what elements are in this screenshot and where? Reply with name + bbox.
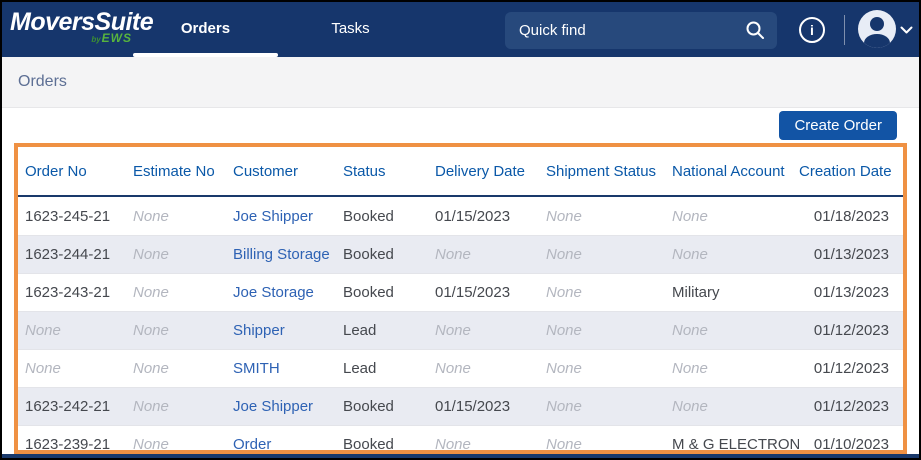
chevron-down-icon[interactable]	[900, 26, 913, 35]
cell-shipment-status: None	[546, 360, 582, 377]
cell-status: Lead	[343, 322, 377, 339]
cell-order-no: None	[25, 360, 61, 377]
cell-national-account: M & G ELECTRONICS	[672, 436, 799, 453]
avatar-head	[870, 17, 884, 31]
top-nav: MoversSuite byEWS Orders Tasks i	[2, 2, 919, 57]
cell-creation-date: 01/12/2023	[813, 322, 889, 339]
cell-shipment-status: None	[546, 398, 582, 415]
cell-delivery-date: None	[435, 246, 471, 263]
cell-shipment-status: None	[546, 246, 582, 263]
cell-creation-date: 01/10/2023	[813, 436, 889, 453]
column-header-delivery-date[interactable]: Delivery Date	[428, 163, 539, 180]
cell-order-no: 1623-244-21	[25, 246, 111, 263]
page-title: Orders	[18, 73, 67, 90]
cell-estimate-no: None	[133, 284, 169, 301]
cell-customer-link[interactable]: Order	[226, 436, 336, 450]
column-header-estimate-no[interactable]: Estimate No	[126, 163, 226, 180]
moverssuite-logo[interactable]: MoversSuite byEWS	[10, 9, 154, 46]
cell-estimate-no: None	[133, 207, 169, 225]
cell-order-no: 1623-242-21	[25, 398, 111, 415]
cell-creation-date: 01/12/2023	[813, 398, 889, 415]
cell-status: Booked	[343, 246, 394, 263]
tab-tasks[interactable]: Tasks	[278, 2, 423, 57]
avatar-body	[864, 34, 890, 48]
column-header-status[interactable]: Status	[336, 163, 428, 180]
cell-estimate-no: None	[133, 398, 169, 415]
create-order-button[interactable]: Create Order	[779, 111, 897, 140]
cell-creation-date: 01/13/2023	[813, 284, 889, 301]
cell-national-account: None	[672, 398, 708, 415]
search-icon[interactable]	[745, 20, 765, 40]
table-body: 1623-245-21 None Joe Shipper Booked 01/1…	[18, 197, 903, 453]
table-row[interactable]: None None Shipper Lead None None None 01…	[18, 311, 903, 349]
cell-delivery-date: 01/15/2023	[435, 284, 511, 301]
cell-estimate-no: None	[133, 360, 169, 377]
cell-shipment-status: None	[546, 436, 582, 453]
cell-delivery-date: None	[435, 322, 471, 339]
table-row[interactable]: 1623-243-21 None Joe Storage Booked 01/1…	[18, 273, 903, 311]
cell-delivery-date: 01/15/2023	[435, 398, 511, 415]
cell-status: Booked	[343, 284, 394, 301]
cell-order-no: 1623-239-21	[25, 436, 111, 453]
cell-national-account: None	[672, 360, 708, 377]
column-header-order-no[interactable]: Order No	[18, 163, 126, 180]
cell-national-account: Military	[672, 284, 720, 301]
cell-national-account: None	[672, 322, 708, 339]
cell-national-account: None	[672, 246, 708, 263]
table-row[interactable]: None None SMITH Lead None None None 01/1…	[18, 349, 903, 387]
cell-customer-link[interactable]: Shipper	[226, 322, 336, 339]
cell-delivery-date: 01/15/2023	[435, 207, 511, 225]
column-header-shipment-status[interactable]: Shipment Status	[539, 163, 665, 180]
app-window: MoversSuite byEWS Orders Tasks i Orders …	[0, 0, 921, 460]
orders-table: Order No Estimate No Customer Status Del…	[14, 143, 907, 454]
cell-order-no: 1623-243-21	[25, 284, 111, 301]
column-header-creation-date[interactable]: Creation Date	[799, 163, 903, 180]
table-row[interactable]: 1623-242-21 None Joe Shipper Booked 01/1…	[18, 387, 903, 425]
cell-customer-link[interactable]: SMITH	[226, 360, 336, 377]
cell-creation-date: 01/12/2023	[813, 360, 889, 377]
table-row[interactable]: 1623-244-21 None Billing Storage Booked …	[18, 235, 903, 273]
cell-customer-link[interactable]: Billing Storage	[226, 246, 336, 263]
info-icon[interactable]: i	[799, 17, 825, 43]
cell-estimate-no: None	[133, 246, 169, 263]
table-row[interactable]: 1623-239-21 None Order Booked None None …	[18, 425, 903, 453]
cell-shipment-status: None	[546, 284, 582, 301]
cell-delivery-date: None	[435, 436, 471, 453]
cell-shipment-status: None	[546, 207, 582, 225]
cell-delivery-date: None	[435, 360, 471, 377]
cell-creation-date: 01/13/2023	[813, 246, 889, 263]
cell-customer-link[interactable]: Joe Shipper	[226, 398, 336, 415]
table-row[interactable]: 1623-245-21 None Joe Shipper Booked 01/1…	[18, 197, 903, 235]
cell-creation-date: 01/18/2023	[813, 207, 889, 225]
cell-national-account: None	[672, 207, 708, 225]
cell-shipment-status: None	[546, 322, 582, 339]
search-input[interactable]	[505, 12, 777, 49]
cell-customer-link[interactable]: Joe Shipper	[226, 208, 336, 225]
cell-estimate-no: None	[133, 322, 169, 339]
column-header-customer[interactable]: Customer	[226, 163, 336, 180]
cell-status: Booked	[343, 436, 394, 453]
cell-status: Lead	[343, 360, 377, 377]
cell-estimate-no: None	[133, 436, 169, 453]
quick-find-search	[505, 12, 777, 49]
user-avatar-icon[interactable]	[858, 10, 896, 48]
cell-order-no: 1623-245-21	[25, 207, 111, 225]
tab-orders[interactable]: Orders	[133, 2, 278, 57]
bottom-strip	[2, 454, 919, 458]
cell-order-no: None	[25, 322, 61, 339]
table-header-row: Order No Estimate No Customer Status Del…	[18, 147, 903, 197]
cell-status: Booked	[343, 207, 394, 225]
breadcrumb: Orders	[2, 57, 919, 108]
cell-status: Booked	[343, 398, 394, 415]
column-header-national-account[interactable]: National Account	[665, 163, 799, 180]
cell-customer-link[interactable]: Joe Storage	[226, 284, 336, 301]
nav-divider	[844, 15, 845, 45]
